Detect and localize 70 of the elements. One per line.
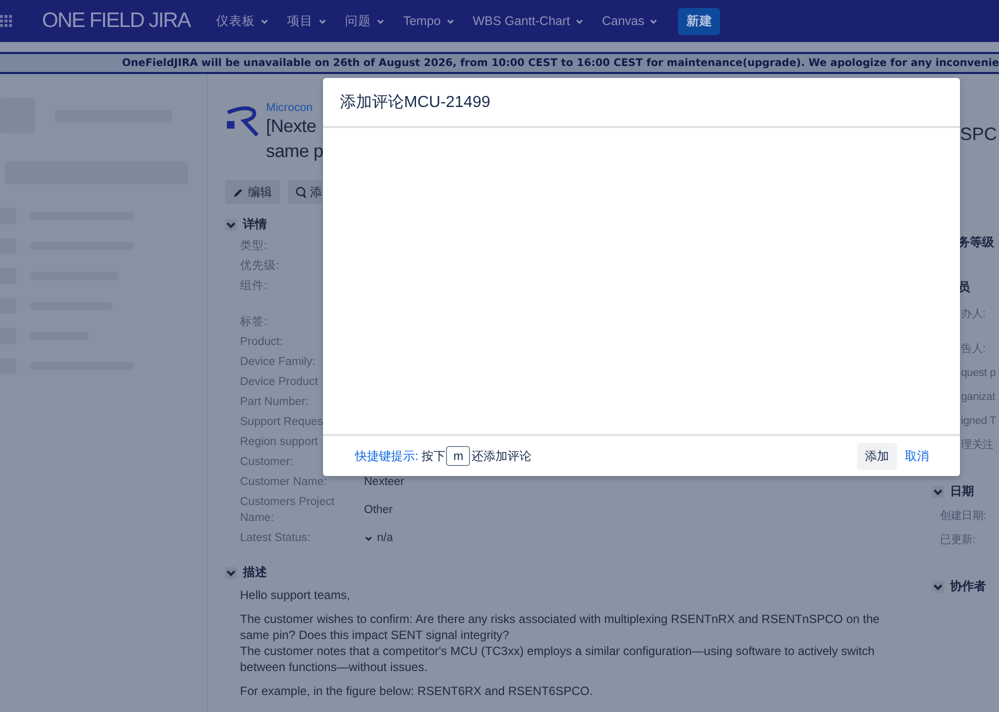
field-label: Customer Name: — [240, 475, 328, 490]
comment-button[interactable]: 添 — [288, 180, 322, 204]
field-label: 理关注 — [960, 438, 994, 453]
chevron-icon — [376, 16, 386, 26]
section-heading: 协作者 — [950, 578, 986, 595]
field-label: Support Reques — [240, 415, 324, 430]
nav-menu[interactable]: Tempo — [399, 14, 459, 28]
nav-menu[interactable]: 问题 — [341, 12, 390, 30]
description-text: Hello support teams, — [240, 587, 352, 603]
field-label: 已更新: — [939, 532, 976, 548]
field-label: Product: — [240, 335, 284, 350]
hint-text: 还添加评论 — [471, 448, 532, 464]
edit-button[interactable]: 编辑 — [225, 180, 280, 204]
add-button[interactable]: 添加 — [857, 442, 897, 470]
field-label: 创建日期: — [939, 509, 988, 524]
field-label: Part Number: — [240, 395, 310, 410]
field-label: Customer: — [240, 455, 294, 470]
hint-text: 按下 — [421, 448, 446, 464]
chevron-icon[interactable] — [932, 580, 944, 592]
maintenance-message: OneFieldJIRA will be unavailable on 26th of August 2026, from 10:00 CEST to 16:00 CEST for maintenance(upgrade). We apologize for any inconvenie — [122, 57, 999, 69]
chevron-icon — [446, 16, 455, 26]
speech-bubble-icon — [294, 186, 306, 198]
field-label: 标签: — [240, 314, 268, 330]
field-label: Customers Project Name: — [240, 495, 336, 526]
dialog-title: 添加评论MCU-21499 — [340, 92, 490, 112]
project-link[interactable]: Microcon — [266, 102, 324, 114]
chevron-icon — [260, 16, 270, 26]
description-text: The customer wishes to confirm: Are there any risks associated with multiplexing RSENTnRX and RSENTnSPCO on the same pin? Does this impact SENT signal integrity? — [240, 611, 881, 643]
issue-title: SPC — [959, 123, 998, 146]
field-label: 告人: — [960, 342, 986, 357]
field-value: Other — [364, 503, 393, 518]
chevron-icon — [649, 16, 658, 26]
section-heading: 日期 — [950, 483, 974, 500]
nav-menu[interactable]: WBS Gantt-Chart — [468, 14, 588, 28]
field-label: 办人: — [960, 307, 986, 322]
nav-menu[interactable]: 项目 — [283, 12, 332, 30]
description-text: For example, in the figure below: RSENT6RX and RSENT6SPCO. — [240, 683, 594, 699]
field-label: 优先级: — [240, 258, 280, 274]
chevron-icon[interactable] — [225, 218, 237, 230]
chevron-icon[interactable] — [225, 566, 237, 578]
field-value: Nexteer — [364, 475, 404, 490]
chevron-icon — [318, 16, 328, 26]
shortcut-hint-link[interactable]: 快捷键提示: — [355, 448, 418, 464]
field-label: Device Family: — [240, 355, 316, 370]
chevron-icon — [574, 16, 584, 26]
issue-title: [Nexte — [266, 115, 318, 138]
chevron-icon[interactable] — [932, 486, 944, 498]
cancel-link[interactable]: 取消 — [899, 442, 935, 470]
description-text: The customer notes that a competitor's MCU (TC3xx) employs a similar configuration—using software to actively switch between functions—without issues. — [240, 643, 876, 675]
keyboard-key: m — [446, 446, 470, 466]
field-label: Region support — [240, 435, 319, 450]
section-heading: 详情 — [243, 216, 267, 233]
nav-menu[interactable]: Canvas — [598, 14, 662, 28]
field-label: 组件: — [240, 278, 268, 294]
field-label: Latest Status: — [240, 531, 312, 546]
field-label: ganizat — [960, 390, 996, 405]
field-label: quest p — [960, 366, 997, 381]
pencil-icon — [233, 186, 244, 198]
field-value: n/a — [377, 531, 393, 546]
chevron-icon[interactable] — [364, 534, 373, 542]
field-label: igned T — [960, 414, 998, 429]
section-heading: 员 — [957, 279, 971, 296]
field-label: 类型: — [240, 238, 268, 254]
field-label: Device Product — [240, 375, 319, 390]
create-button[interactable]: 新建 — [678, 8, 720, 34]
nav-menu[interactable]: 仪表板 — [212, 12, 274, 30]
app-grid-icon[interactable] — [0, 15, 12, 27]
section-heading: 描述 — [243, 564, 267, 581]
logo-text[interactable]: ONE FIELD JIRA — [42, 7, 190, 35]
issue-title: same p — [266, 140, 324, 163]
